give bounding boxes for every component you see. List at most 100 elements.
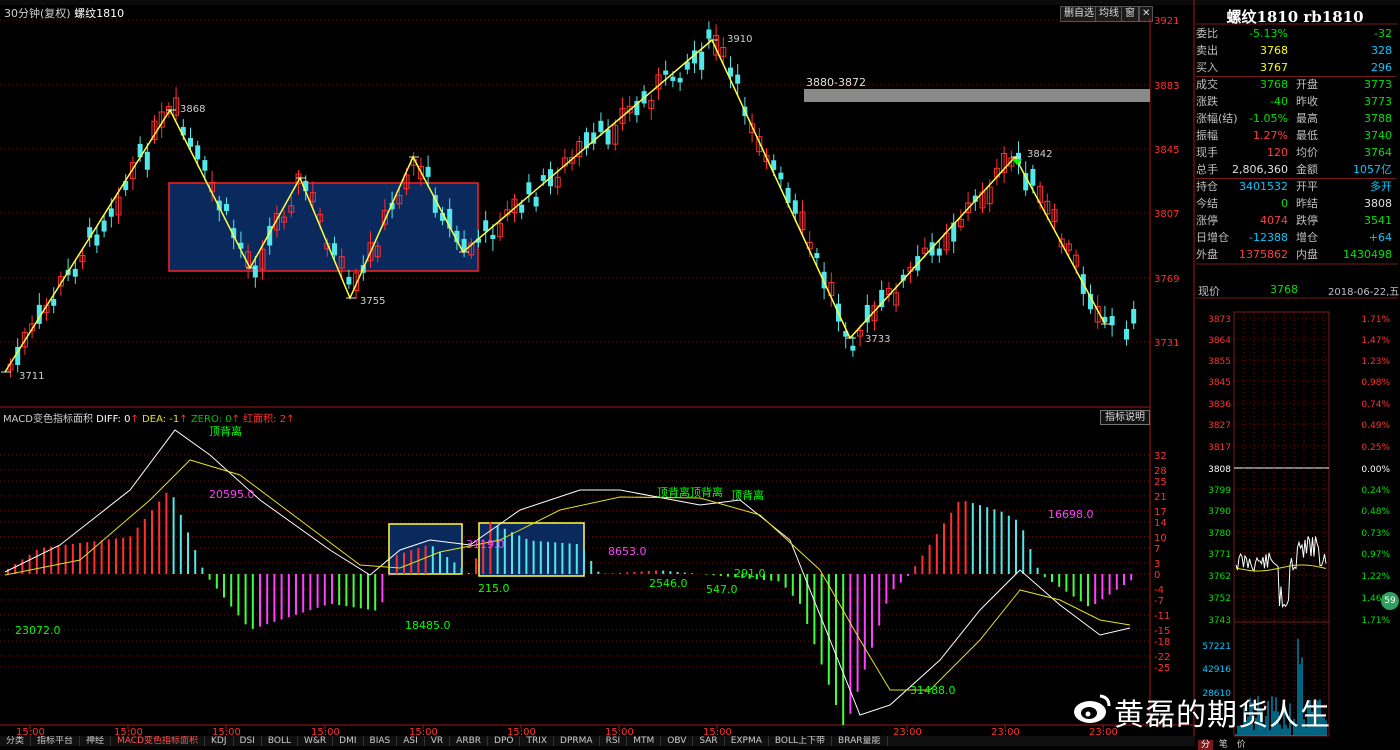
area-label-2546: 2546.0 <box>649 577 688 590</box>
indicator-tab[interactable]: RSI <box>600 736 628 746</box>
quote-label: 金额 <box>1296 163 1318 176</box>
quote-label: 买入 <box>1196 61 1218 74</box>
mini-right-label: 0.74% <box>1361 400 1390 410</box>
quote-label: 涨停 <box>1196 214 1218 227</box>
quote-value: 3773 <box>1364 78 1392 91</box>
indicator-tab[interactable]: DMI <box>333 736 364 746</box>
quote-label: 总手 <box>1196 163 1218 176</box>
tab-ticks[interactable]: 笔 <box>1216 740 1231 750</box>
quote-value: 3401532 <box>1239 180 1288 193</box>
quote-value: 3768 <box>1260 78 1288 91</box>
indicator-tab[interactable]: BOLL上下带 <box>769 736 833 746</box>
intraday-axis: 3873 1.71% 3864 1.47% 3855 1.23% 3845 0.98% 3836… <box>1202 315 1390 699</box>
quote-value: 296 <box>1371 61 1392 74</box>
mini-left-label: 3752 <box>1208 594 1231 604</box>
mini-left-label: 3827 <box>1208 421 1231 431</box>
quote-label: 今结 <box>1196 197 1218 210</box>
indicator-tab[interactable]: MACD变色指标面积 <box>111 736 206 746</box>
candle-body <box>72 268 78 277</box>
quote-value: 3740 <box>1364 129 1392 142</box>
indicator-tab[interactable]: MTM <box>627 736 662 746</box>
quote-value: 3764 <box>1364 146 1392 159</box>
indicator-explain-button[interactable]: 指标说明 <box>1100 410 1150 425</box>
candle-body <box>663 70 669 75</box>
indicator-tab[interactable]: ARBR <box>450 736 489 746</box>
mini-left-label: 3845 <box>1208 378 1231 388</box>
price-tick-label: 3921 <box>1154 16 1179 27</box>
quote-row: 成交 3768 开盘 3773 <box>1196 76 1396 93</box>
tab-minute[interactable]: 分 <box>1198 740 1214 750</box>
candle-body <box>670 76 676 81</box>
quote-title: 螺纹1810 rb1810 <box>1226 8 1364 26</box>
candle-body <box>94 234 100 246</box>
quote-label: 昨收 <box>1296 95 1318 108</box>
indicator-tab[interactable]: BIAS <box>364 736 398 746</box>
mini-left-label: 3799 <box>1208 486 1231 496</box>
indicator-tab[interactable]: DPRMA <box>554 736 600 746</box>
indicator-tab[interactable]: 指标平台 <box>31 736 81 746</box>
indicator-tab[interactable]: EXPMA <box>725 736 769 746</box>
quote-label: 现手 <box>1196 146 1218 159</box>
quote-value: 1430498 <box>1343 248 1392 261</box>
candle-body <box>735 74 741 84</box>
mini-right-label: 0.49% <box>1361 421 1390 431</box>
indicator-tab[interactable]: 神经 <box>80 736 112 746</box>
tab-price[interactable]: 价 <box>1234 740 1249 750</box>
candle-body <box>519 204 525 213</box>
quote-row: 今结 0 昨结 3808 <box>1196 195 1396 212</box>
quote-label: 增仓 <box>1296 231 1318 244</box>
indicator-tab[interactable]: BOLL <box>262 736 298 746</box>
quote-label: 最低 <box>1296 129 1318 142</box>
quote-date: 2018-06-22,五 <box>1328 287 1400 298</box>
quote-value: 多开 <box>1370 180 1392 193</box>
macd-title: MACD变色指标面积 <box>3 414 93 425</box>
candle-body <box>792 200 798 214</box>
quote-label: 最高 <box>1296 112 1318 125</box>
candle-body <box>533 196 539 207</box>
area-label-31488: 31488.0 <box>910 684 956 697</box>
quote-label: 涨跌 <box>1196 95 1218 108</box>
indicator-tab[interactable]: TRIX <box>520 736 555 746</box>
indicator-tab[interactable]: KDJ <box>205 736 234 746</box>
mini-left-label: 3743 <box>1208 616 1231 626</box>
mini-right-label: 1.22% <box>1361 572 1390 582</box>
mini-right-label: 0.24% <box>1361 486 1390 496</box>
candle-body <box>224 203 229 211</box>
macd-tick-label: 32 <box>1154 451 1167 462</box>
macd-tick-label: -15 <box>1154 626 1170 637</box>
macd-tick-label: 7 <box>1154 544 1160 555</box>
mini-right-label: 0.48% <box>1361 507 1390 517</box>
quote-value: 3773 <box>1364 95 1392 108</box>
indicator-tab[interactable]: SAR <box>693 736 725 746</box>
indicator-tab[interactable]: W&R <box>298 736 334 746</box>
indicator-tab[interactable]: BRAR量能 <box>832 736 888 746</box>
candle-body <box>425 166 431 177</box>
indicator-tab-bar: 分类 指标平台 神经 MACD变色指标面积 KDJ DSI BOLL W&R DMI BIAS AS… <box>0 736 1195 746</box>
candle-body <box>346 276 352 285</box>
candle-body <box>706 29 712 39</box>
macd-axis: 32 2825 21 1714 107 30 -4-7 -11 -15-18 -22-25 <box>1154 451 1170 674</box>
candle-body <box>778 172 784 180</box>
divergence-label-2: 顶背离顶背离 <box>657 485 723 499</box>
quote-row: 持仓 3401532 开平 多开 <box>1196 178 1396 195</box>
main-chart-canvas[interactable]: 3868 3711 3755 3910 3880-3872 3733 3842 … <box>0 0 1400 746</box>
current-price-value: 3768 <box>1270 283 1298 296</box>
indicator-tab[interactable]: OBV <box>661 736 694 746</box>
indicator-tab[interactable]: VR <box>425 736 451 746</box>
area-label-8653: 8653.0 <box>608 545 647 558</box>
area-label-215: 215.0 <box>478 582 510 595</box>
quote-row: 涨跌 -40 昨收 3773 <box>1196 93 1396 110</box>
indicator-tab[interactable]: DPO <box>488 736 521 746</box>
quote-value: 0 <box>1281 197 1288 210</box>
floating-badge[interactable]: 59 <box>1381 592 1399 610</box>
quote-row: 外盘 1375862 内盘 1430498 <box>1196 246 1396 263</box>
indicator-tab[interactable]: DSI <box>234 736 262 746</box>
indicator-tab[interactable]: ASI <box>397 736 425 746</box>
quote-value: -5.13% <box>1249 27 1288 40</box>
divergence-label-1: 顶背离 <box>209 424 242 438</box>
indicator-tab[interactable]: 分类 <box>0 736 32 746</box>
mini-left-label: 3855 <box>1208 357 1231 367</box>
quote-value: 2,806,360 <box>1232 163 1288 176</box>
candle-body <box>483 220 489 232</box>
candle-body <box>1124 328 1129 340</box>
